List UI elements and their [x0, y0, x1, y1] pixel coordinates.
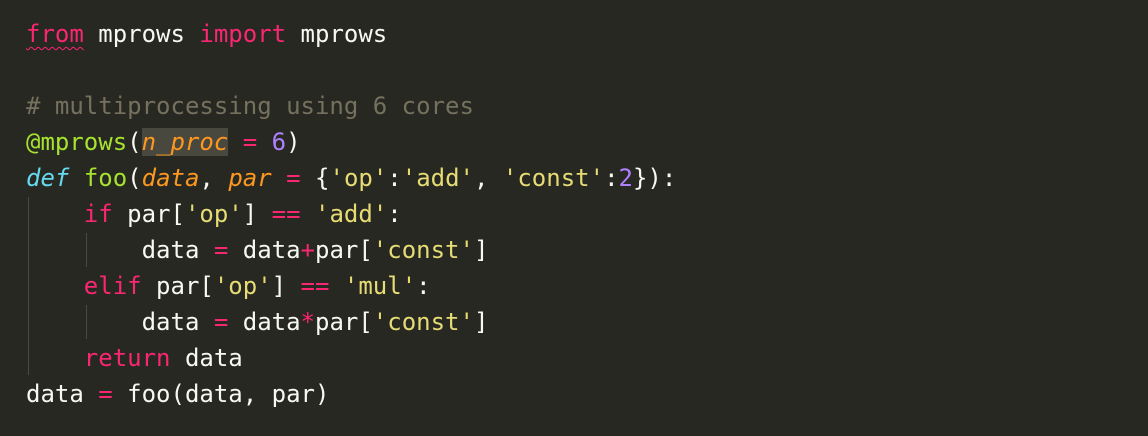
code-line[interactable]: # multiprocessing using 6 cores [26, 88, 474, 124]
code-line[interactable]: def foo(data, par = {'op':'add', 'const'… [26, 160, 676, 196]
code-token: = [213, 236, 229, 264]
code-token: = [98, 380, 113, 408]
code-token: 'add' [315, 200, 388, 228]
code-token: ] [473, 308, 489, 336]
code-token: from [26, 20, 84, 48]
code-token: , [474, 164, 503, 192]
code-token: # multiprocessing using 6 cores [26, 92, 474, 120]
code-token: 'const' [372, 308, 474, 336]
code-token: ] [271, 272, 301, 300]
code-token: data [170, 344, 243, 372]
code-token: data [26, 236, 214, 264]
code-token: n_proc [141, 128, 229, 156]
code-token: @mprows [26, 128, 128, 156]
code-token: { [300, 164, 330, 192]
code-token: 'op' [184, 200, 243, 228]
code-line[interactable]: from mprows import mprows [26, 16, 387, 52]
code-token: def [26, 164, 70, 192]
code-token: = [286, 164, 301, 192]
code-token: return [83, 344, 171, 372]
code-token: data [26, 308, 214, 336]
code-token: par[ [112, 200, 185, 228]
code-line[interactable]: data = data+par['const'] [26, 232, 489, 268]
code-line[interactable]: data = data*par['const'] [26, 304, 489, 340]
code-token: 'op' [213, 272, 272, 300]
code-token: }): [632, 164, 677, 192]
code-line[interactable]: if par['op'] == 'add': [26, 196, 402, 232]
code-token: = [242, 128, 258, 156]
code-token: par[ [315, 308, 373, 336]
code-token: * [300, 308, 315, 336]
code-token: foo(data, par) [112, 380, 330, 408]
code-token: 'mul' [343, 272, 417, 300]
code-line[interactable]: data = foo(data, par) [26, 376, 329, 412]
code-token: 'const' [502, 164, 605, 192]
code-token: data [26, 380, 99, 408]
code-token: , [199, 164, 229, 192]
code-token: par[ [315, 236, 373, 264]
code-token: ( [127, 164, 142, 192]
code-editor[interactable]: from mprows import mprows # multiprocessi… [0, 0, 1148, 436]
code-token: 'add' [401, 164, 474, 192]
code-token: 2 [618, 164, 633, 192]
code-token: 'op' [329, 164, 388, 192]
code-line[interactable]: return data [26, 340, 243, 376]
code-line[interactable]: elif par['op'] == 'mul': [26, 268, 431, 304]
code-token: data [141, 164, 200, 192]
code-token: mprows [286, 20, 388, 48]
code-token: data [228, 236, 301, 264]
code-token: data [228, 308, 301, 336]
code-token: ] [242, 200, 272, 228]
code-token: == [300, 272, 330, 300]
code-token: ( [127, 128, 142, 156]
code-token: ] [473, 236, 489, 264]
code-token: : [387, 164, 402, 192]
code-token: : [416, 272, 431, 300]
code-token: : [604, 164, 619, 192]
code-token: import [199, 20, 287, 48]
code-token: par [228, 164, 272, 192]
code-token: 'const' [372, 236, 474, 264]
code-token: + [300, 236, 315, 264]
code-token: par[ [141, 272, 214, 300]
code-token: elif [83, 272, 142, 300]
code-token: == [271, 200, 301, 228]
code-token: 6 [271, 128, 287, 156]
code-token: = [213, 308, 229, 336]
code-token: if [83, 200, 113, 228]
code-token: : [387, 200, 402, 228]
code-token: ) [286, 128, 301, 156]
code-token: foo [83, 164, 128, 192]
code-token: mprows [83, 20, 200, 48]
code-line[interactable]: @mprows(n_proc = 6) [26, 124, 301, 160]
